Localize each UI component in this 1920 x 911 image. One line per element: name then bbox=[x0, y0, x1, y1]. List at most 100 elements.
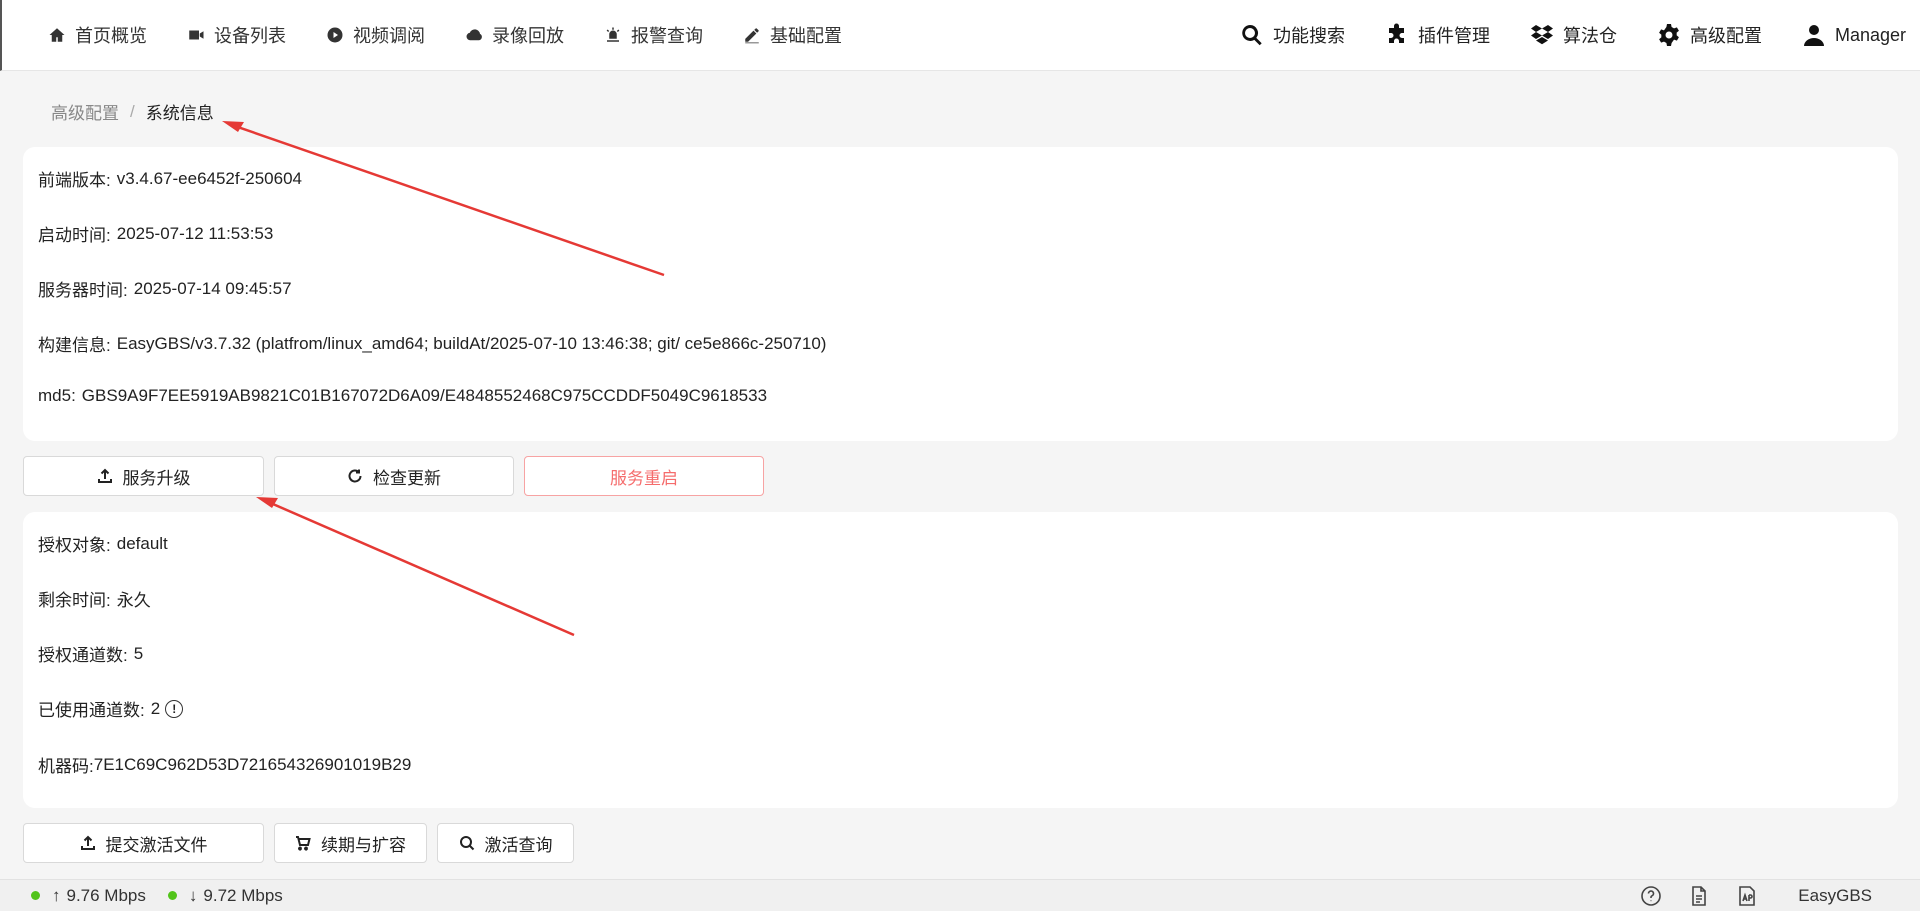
machine-code-label: 机器码: bbox=[38, 757, 94, 776]
nav-item-label: 首页概览 bbox=[75, 26, 147, 46]
nav-item-advanced-config[interactable]: 高级配置 bbox=[1657, 22, 1762, 48]
nav-item-label: 录像回放 bbox=[492, 26, 564, 46]
pen-icon bbox=[745, 28, 759, 44]
upload-icon bbox=[97, 468, 112, 483]
info-icon[interactable]: ! bbox=[165, 699, 184, 718]
remaining-time-row: 剩余时间: 永久 bbox=[38, 586, 151, 611]
check-update-label: 检查更新 bbox=[373, 468, 441, 488]
refresh-icon bbox=[348, 469, 362, 483]
help-icon[interactable] bbox=[1640, 885, 1662, 907]
submit-activation-label: 提交激活文件 bbox=[105, 835, 208, 855]
license-target-row: 授权对象: default bbox=[38, 531, 168, 556]
submit-activation-button[interactable]: 提交激活文件 bbox=[23, 823, 264, 863]
build-info-label: 构建信息: bbox=[38, 336, 111, 355]
server-time-row: 服务器时间: 2025-07-14 09:45:57 bbox=[38, 276, 292, 301]
nav-item-algorithms[interactable]: 算法仓 bbox=[1530, 22, 1617, 48]
upload-status-dot bbox=[31, 891, 40, 900]
nav-item-label: 高级配置 bbox=[1689, 26, 1762, 46]
upload-rate: 9.76 Mbps bbox=[66, 885, 146, 905]
breadcrumb-separator: / bbox=[130, 101, 135, 121]
service-restart-button[interactable]: 服务重启 bbox=[524, 456, 764, 496]
download-rate: 9.72 Mbps bbox=[203, 885, 283, 905]
breadcrumb-current: 系统信息 bbox=[145, 104, 214, 123]
nav-item-label: 设备列表 bbox=[214, 26, 286, 46]
license-target-label: 授权对象: bbox=[38, 536, 111, 555]
status-tools: EasyGBS bbox=[1614, 885, 1920, 907]
start-time-value: 2025-07-12 11:53:53 bbox=[116, 223, 274, 243]
alarm-icon bbox=[606, 27, 620, 42]
user-menu[interactable]: Manager bbox=[1802, 23, 1906, 47]
remaining-time-label: 剩余时间: bbox=[38, 591, 111, 610]
build-info-value: EasyGBS/v3.7.32 (platfrom/linux_amd64; b… bbox=[116, 333, 827, 353]
nav-item-label: 报警查询 bbox=[631, 26, 703, 46]
nav-item-plugins[interactable]: 插件管理 bbox=[1385, 22, 1490, 48]
remaining-time-value: 永久 bbox=[116, 591, 151, 610]
camera-icon bbox=[189, 30, 204, 40]
nav-item-label: 视频调阅 bbox=[353, 26, 425, 46]
document-icon[interactable] bbox=[1688, 885, 1710, 907]
md5-row: md5: GBS9A9F7EE5919AB9821C01B167072D6A09… bbox=[38, 386, 767, 406]
renew-expand-button[interactable]: 续期与扩容 bbox=[274, 823, 427, 863]
system-info-card: 前端版本: v3.4.67-ee6452f-250604 启动时间: 2025-… bbox=[23, 147, 1898, 441]
download-status-dot bbox=[167, 891, 177, 900]
nav-item-video[interactable]: 视频调阅 bbox=[326, 22, 425, 48]
network-status: ↑ 9.76 Mbps ↓ 9.72 Mbps bbox=[0, 886, 305, 906]
nav-item-alarm[interactable]: 报警查询 bbox=[604, 22, 703, 48]
licensed-channels-value: 5 bbox=[133, 643, 144, 663]
gear-icon bbox=[1659, 24, 1679, 46]
utility-nav: 功能搜索 插件管理 算法仓 高级配置 Manager bbox=[1200, 22, 1920, 48]
puzzle-icon bbox=[1388, 23, 1404, 43]
brand-name: EasyGBS bbox=[1798, 885, 1872, 905]
breadcrumb-parent[interactable]: 高级配置 bbox=[51, 99, 119, 124]
top-navbar: 首页概览 设备列表 视频调阅 录像回放 报警查询 基础配置 功能搜索 插件管理 … bbox=[0, 0, 1920, 71]
frontend-version-label: 前端版本: bbox=[38, 171, 111, 190]
build-info-row: 构建信息: EasyGBS/v3.7.32 (platfrom/linux_am… bbox=[38, 331, 826, 356]
renew-expand-label: 续期与扩容 bbox=[321, 835, 406, 855]
upload-icon bbox=[80, 835, 95, 850]
cloud-icon bbox=[466, 29, 482, 41]
service-upgrade-label: 服务升级 bbox=[122, 468, 191, 488]
nav-item-label: 插件管理 bbox=[1417, 26, 1490, 46]
user-icon bbox=[1803, 25, 1824, 46]
machine-code-value: 7E1C69C962D53D721654326901019B29 bbox=[93, 754, 412, 774]
license-target-value: default bbox=[116, 533, 168, 553]
nav-item-basic-config[interactable]: 基础配置 bbox=[743, 22, 842, 48]
main-nav: 首页概览 设备列表 视频调阅 录像回放 报警查询 基础配置 bbox=[2, 22, 882, 48]
check-update-button[interactable]: 检查更新 bbox=[274, 456, 514, 496]
service-restart-label: 服务重启 bbox=[610, 468, 678, 488]
nav-item-home[interactable]: 首页概览 bbox=[48, 22, 147, 48]
frontend-version-value: v3.4.67-ee6452f-250604 bbox=[116, 168, 302, 188]
md5-label: md5: bbox=[38, 386, 76, 405]
start-time-label: 启动时间: bbox=[38, 226, 111, 245]
breadcrumb: 高级配置 / 系统信息 bbox=[51, 99, 214, 124]
nav-item-label: 功能搜索 bbox=[1272, 26, 1345, 46]
nav-item-search[interactable]: 功能搜索 bbox=[1240, 22, 1345, 48]
used-channels-value: 2 bbox=[150, 698, 161, 718]
licensed-channels-row: 授权通道数: 5 bbox=[38, 641, 143, 666]
activation-query-button[interactable]: 激活查询 bbox=[437, 823, 574, 863]
user-name: Manager bbox=[1834, 24, 1906, 45]
server-time-label: 服务器时间: bbox=[38, 281, 128, 300]
service-upgrade-button[interactable]: 服务升级 bbox=[23, 456, 264, 496]
search-icon bbox=[1242, 25, 1262, 46]
nav-item-label: 基础配置 bbox=[770, 26, 842, 46]
api-doc-icon[interactable] bbox=[1736, 885, 1758, 907]
machine-code-row: 机器码: 7E1C69C962D53D721654326901019B29 bbox=[38, 752, 411, 777]
cart-icon bbox=[296, 836, 311, 851]
play-icon bbox=[327, 27, 343, 43]
used-channels-row: 已使用通道数: 2 ! bbox=[38, 696, 184, 721]
dropbox-icon bbox=[1530, 25, 1553, 45]
server-time-value: 2025-07-14 09:45:57 bbox=[133, 278, 292, 298]
home-icon bbox=[49, 28, 65, 42]
search-icon bbox=[459, 836, 474, 851]
status-bar: ↑ 9.76 Mbps ↓ 9.72 Mbps EasyGBS bbox=[0, 879, 1920, 911]
download-arrow-icon: ↓ bbox=[188, 885, 198, 905]
nav-item-devices[interactable]: 设备列表 bbox=[187, 22, 286, 48]
start-time-row: 启动时间: 2025-07-12 11:53:53 bbox=[38, 221, 273, 246]
license-info-card: 授权对象: default 剩余时间: 永久 授权通道数: 5 已使用通道数: … bbox=[23, 512, 1898, 808]
nav-item-label: 算法仓 bbox=[1562, 26, 1617, 46]
licensed-channels-label: 授权通道数: bbox=[38, 646, 128, 665]
frontend-version-row: 前端版本: v3.4.67-ee6452f-250604 bbox=[38, 166, 302, 191]
upload-arrow-icon: ↑ bbox=[52, 885, 61, 905]
nav-item-playback[interactable]: 录像回放 bbox=[465, 22, 564, 48]
